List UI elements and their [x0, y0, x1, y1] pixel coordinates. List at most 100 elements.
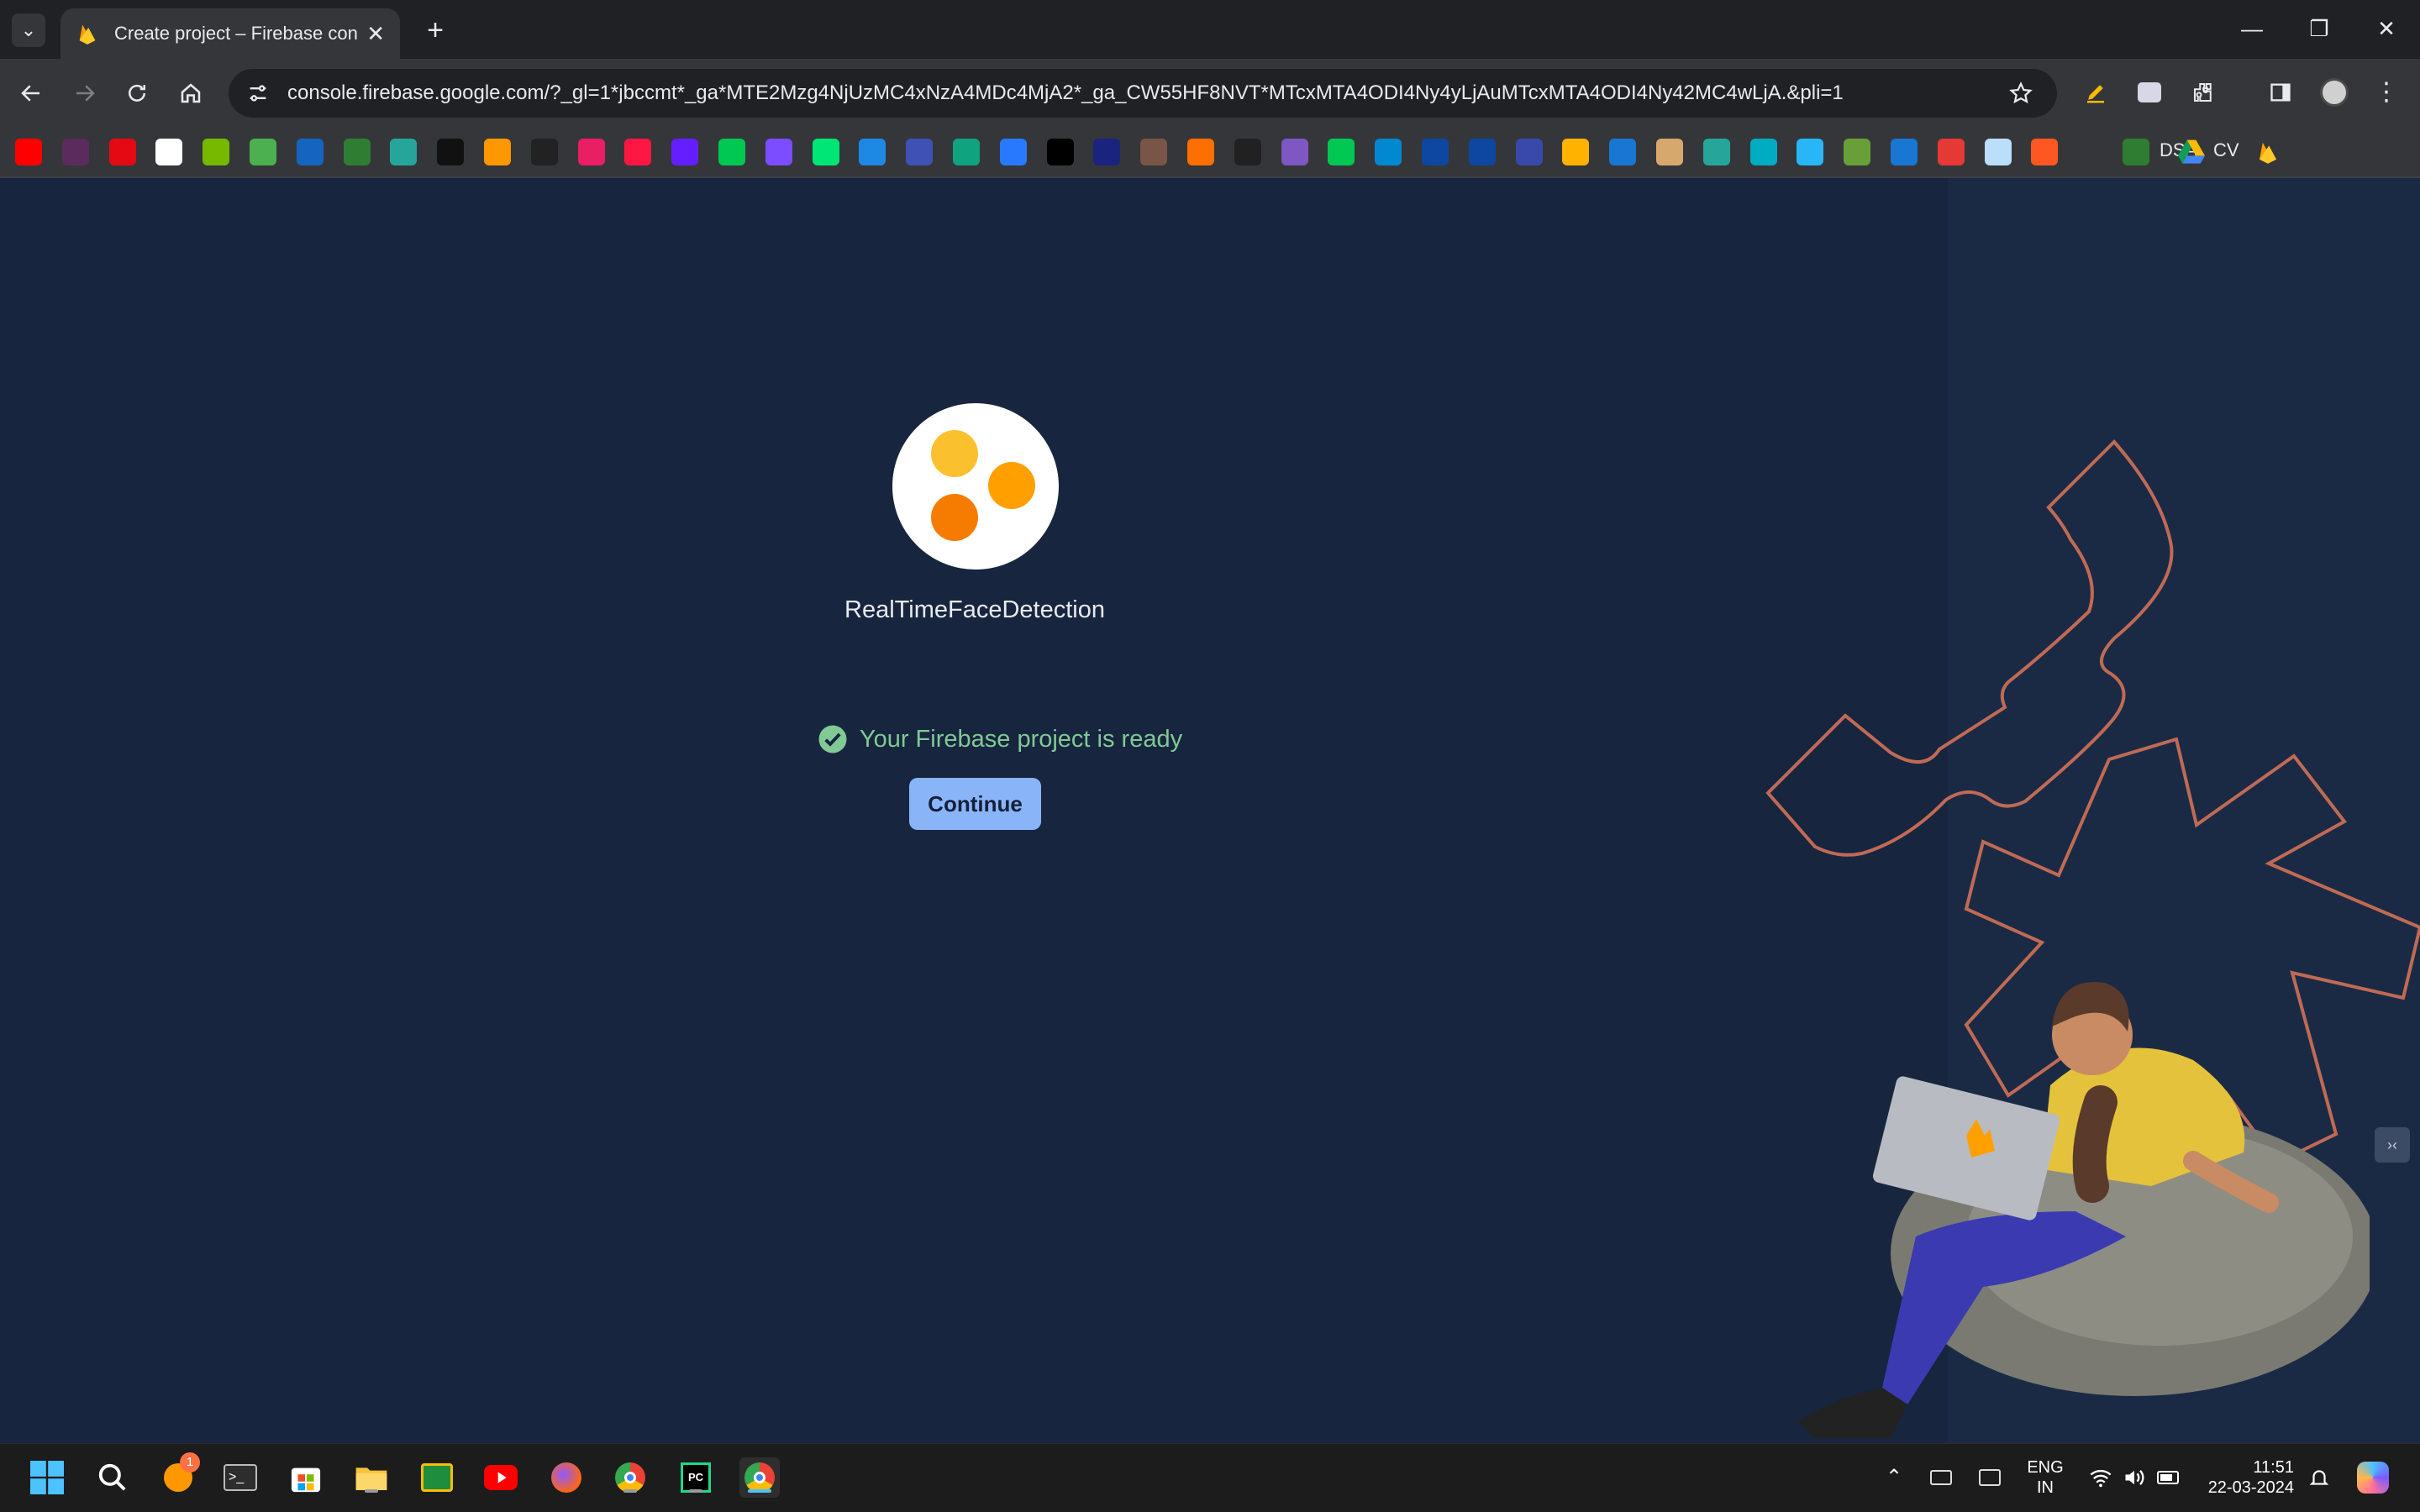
classroom-app-icon[interactable]	[417, 1457, 457, 1498]
site-info-button[interactable]	[237, 72, 279, 114]
language-indicator[interactable]: ENG IN	[2020, 1457, 2070, 1498]
bookmark-dsa-icon[interactable]	[2123, 139, 2149, 165]
tablet-mode-icon[interactable]	[1970, 1457, 2010, 1498]
google-drive-icon[interactable]	[2178, 139, 2205, 164]
bookmark-icon[interactable]	[484, 139, 511, 165]
clock[interactable]: 11:51 22-03-2024	[2200, 1457, 2294, 1498]
bookmark-icon[interactable]	[1515, 139, 1543, 165]
side-panel-icon[interactable]	[2260, 72, 2301, 113]
bookmark-icon[interactable]	[15, 139, 42, 165]
bookmark-icon[interactable]	[765, 139, 792, 165]
home-button[interactable]	[170, 72, 212, 114]
bookmark-icon[interactable]	[624, 139, 652, 165]
bookmark-icon[interactable]	[1656, 139, 1683, 165]
avatar-dot-yellow	[931, 430, 978, 477]
terminal-icon[interactable]: >_	[220, 1457, 260, 1498]
avatar-dot-amber	[988, 462, 1035, 509]
bookmark-icon[interactable]	[718, 139, 745, 165]
bookmark-icon[interactable]	[296, 139, 324, 165]
widgets-app-icon[interactable]: 1	[158, 1452, 200, 1498]
chrome-active-icon[interactable]	[739, 1457, 780, 1498]
restore-button[interactable]: ❐	[2294, 10, 2344, 47]
microsoft-store-icon[interactable]	[286, 1457, 326, 1498]
address-bar[interactable]: console.firebase.google.com/?_gl=1*jbccm…	[229, 69, 2057, 118]
chevron-up-icon[interactable]: ⌃	[1886, 1467, 1902, 1488]
bookmark-icon[interactable]	[61, 139, 89, 165]
bookmark-icon[interactable]	[1844, 139, 1871, 165]
back-button[interactable]	[10, 72, 52, 114]
bookmark-star-button[interactable]	[2000, 72, 2042, 114]
bookmark-icon[interactable]	[1422, 139, 1449, 165]
copilot-icon[interactable]	[2353, 1457, 2393, 1498]
bookmark-icon[interactable]	[671, 139, 699, 165]
bookmark-icon[interactable]	[1093, 139, 1121, 165]
keyboard-icon[interactable]	[1921, 1457, 1961, 1498]
bookmark-icon[interactable]	[1140, 139, 1168, 165]
bookmark-icon[interactable]	[1468, 139, 1496, 165]
bookmark-icon[interactable]	[906, 139, 934, 165]
bookmark-icon[interactable]	[390, 139, 418, 165]
firefox-icon[interactable]	[546, 1457, 587, 1498]
bookmark-icon[interactable]	[577, 139, 605, 165]
bookmark-icon[interactable]	[1187, 139, 1214, 165]
bookmark-icon[interactable]	[108, 139, 136, 165]
forward-button[interactable]	[64, 72, 106, 114]
active-tab[interactable]: Create project – Firebase console ✕	[60, 8, 400, 59]
reload-button[interactable]	[116, 72, 158, 114]
bookmark-icon[interactable]	[250, 139, 276, 165]
url-text[interactable]: console.firebase.google.com/?_gl=1*jbccm…	[287, 81, 2000, 105]
panel-toggle-button[interactable]: ›‹	[2375, 1127, 2410, 1163]
project-ready-status: Your Firebase project is ready	[798, 721, 1202, 758]
bookmark-icon[interactable]	[859, 139, 886, 165]
status-text: Your Firebase project is ready	[859, 725, 1183, 753]
menu-kebab-icon[interactable]: ⋮	[2366, 72, 2407, 113]
running-indicator	[623, 1489, 637, 1493]
tab-search-button[interactable]: ⌄	[12, 13, 45, 47]
bookmark-icon[interactable]	[1046, 139, 1074, 165]
bookmark-icon[interactable]	[343, 139, 371, 165]
pycharm-icon[interactable]: PC	[676, 1457, 716, 1498]
bookmark-icon[interactable]	[203, 139, 230, 165]
tab-close-icon[interactable]: ✕	[366, 21, 385, 47]
extension-app-icon[interactable]	[2129, 72, 2170, 113]
search-icon[interactable]	[92, 1457, 133, 1498]
start-windows-icon[interactable]	[27, 1457, 67, 1498]
bookmark-cv-label[interactable]: CV	[2213, 139, 2239, 161]
bookmark-icon[interactable]	[999, 139, 1027, 165]
youtube-app-icon[interactable]	[481, 1457, 521, 1498]
bookmark-icon[interactable]	[1234, 139, 1261, 165]
bookmark-icon[interactable]	[1984, 139, 2012, 165]
file-explorer-icon[interactable]	[351, 1457, 392, 1498]
bookmark-icon[interactable]	[530, 139, 558, 165]
bookmark-icon[interactable]	[1562, 139, 1590, 165]
bookmark-icon[interactable]	[2031, 139, 2059, 165]
firebase-bookmark-icon[interactable]	[2255, 139, 2281, 165]
notification-bell-icon[interactable]	[2299, 1457, 2339, 1498]
bookmark-icon[interactable]	[1937, 139, 1965, 165]
bookmark-icon[interactable]	[1281, 139, 1308, 165]
minimize-button[interactable]: —	[2227, 10, 2277, 47]
chrome-profile-icon[interactable]	[610, 1457, 650, 1498]
bookmark-icon[interactable]	[1891, 139, 1918, 165]
bookmark-icon[interactable]	[953, 139, 980, 165]
tune-icon	[250, 85, 266, 102]
chevron-down-icon: ⌄	[20, 19, 37, 40]
bookmark-icon[interactable]	[1328, 139, 1355, 165]
highlighter-extension-icon[interactable]	[2075, 72, 2116, 113]
bookmark-icon[interactable]	[1375, 139, 1402, 165]
bookmark-icon[interactable]	[1749, 139, 1777, 165]
language-code: ENG	[2027, 1458, 2064, 1477]
battery-icon[interactable]	[2148, 1457, 2188, 1498]
bookmark-icon[interactable]	[812, 139, 839, 165]
extensions-puzzle-icon[interactable]	[2183, 72, 2223, 113]
bookmark-icon[interactable]	[1609, 139, 1637, 165]
bookmark-icon[interactable]	[1797, 139, 1824, 165]
continue-button[interactable]: Continue	[909, 778, 1041, 830]
bookmark-icon[interactable]	[1702, 139, 1730, 165]
close-window-button[interactable]: ✕	[2361, 10, 2412, 47]
bookmark-icon[interactable]	[437, 139, 465, 165]
bookmark-icon[interactable]	[155, 139, 183, 165]
active-indicator	[748, 1489, 771, 1493]
profile-avatar-icon[interactable]	[2314, 72, 2354, 113]
new-tab-button[interactable]: +	[417, 12, 454, 49]
